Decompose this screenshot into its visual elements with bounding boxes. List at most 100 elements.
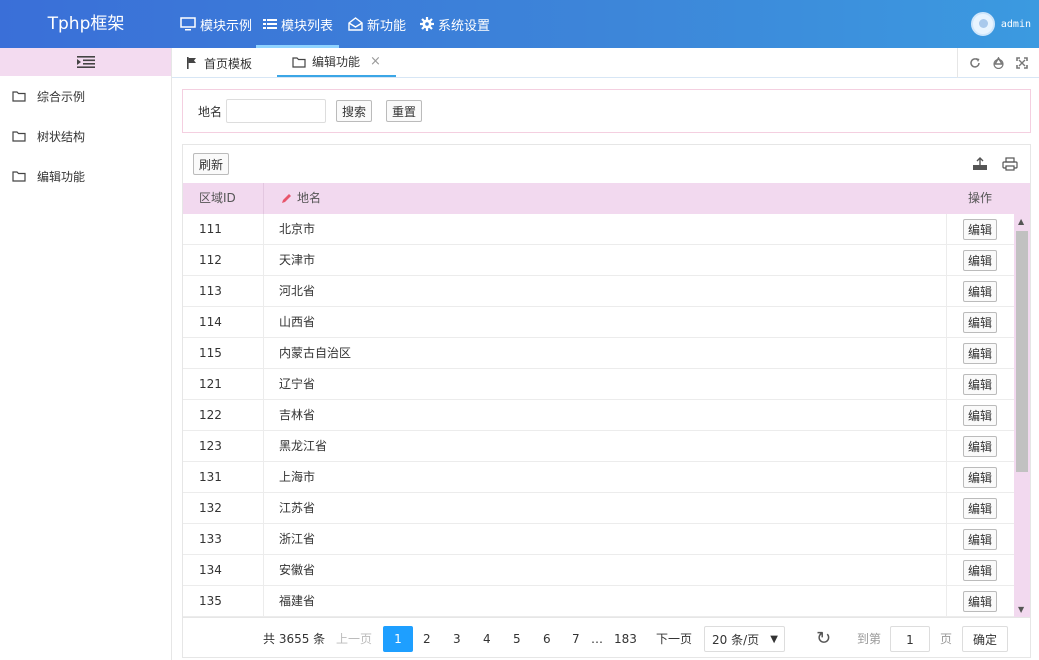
sidebar-item-edit[interactable]: 编辑功能 xyxy=(0,156,171,196)
search-button[interactable]: 搜索 xyxy=(336,100,373,122)
edit-button[interactable]: 编辑 xyxy=(963,281,998,302)
monitor-icon xyxy=(180,17,196,31)
page-number-input[interactable]: 1 xyxy=(890,626,930,652)
cell-divider xyxy=(946,431,947,462)
edit-button[interactable]: 编辑 xyxy=(963,312,998,333)
cell-id: 115 xyxy=(199,346,222,360)
cell-name[interactable]: 内蒙古自治区 xyxy=(279,338,351,368)
next-page-button[interactable]: 下一页 xyxy=(656,626,692,652)
scroll-down-arrow-icon[interactable]: ▼ xyxy=(1018,605,1024,614)
cell-name[interactable]: 黑龙江省 xyxy=(279,431,327,461)
table-row: 114 山西省 编辑 xyxy=(183,307,1014,338)
confirm-button[interactable]: 确定 xyxy=(962,626,1008,652)
reset-button[interactable]: 重置 xyxy=(386,100,423,122)
page-button-last[interactable]: 183 xyxy=(614,626,637,652)
user-menu[interactable]: admin xyxy=(970,0,1031,48)
export-icon[interactable] xyxy=(972,157,988,171)
tab-edit-function[interactable]: 编辑功能 × xyxy=(277,48,396,77)
cell-divider xyxy=(946,400,947,431)
recycle-icon[interactable] xyxy=(992,57,1005,69)
sidebar-item-tree[interactable]: 树状结构 xyxy=(0,116,171,156)
cell-name[interactable]: 北京市 xyxy=(279,214,315,244)
nav-item-module-examples[interactable]: 模块示例 xyxy=(180,0,252,48)
page-button[interactable]: 7 xyxy=(572,626,580,652)
cell-divider xyxy=(263,462,264,493)
page-button[interactable]: 5 xyxy=(513,626,521,652)
nav-item-system-settings[interactable]: 系统设置 xyxy=(420,0,490,48)
list-icon xyxy=(263,19,277,29)
search-panel: 地名 搜索 重置 xyxy=(182,89,1031,133)
cell-id: 114 xyxy=(199,315,222,329)
edit-button[interactable]: 编辑 xyxy=(963,498,998,519)
edit-button[interactable]: 编辑 xyxy=(963,591,998,612)
refresh-icon[interactable]: ↻ xyxy=(816,626,831,652)
cell-name[interactable]: 辽宁省 xyxy=(279,369,315,399)
table-row: 123 黑龙江省 编辑 xyxy=(183,431,1014,462)
sidebar-collapse-button[interactable] xyxy=(0,48,171,76)
nav-label: 系统设置 xyxy=(438,18,491,34)
cell-name[interactable]: 上海市 xyxy=(279,462,315,492)
top-header: Tphp框架 模块示例 模块列表 新功能 系统设置 admin xyxy=(0,0,1039,48)
sidebar-item-examples[interactable]: 综合示例 xyxy=(0,76,171,116)
envelope-open-icon xyxy=(348,17,363,31)
cell-id: 133 xyxy=(199,532,222,546)
column-header-id[interactable]: 区域ID xyxy=(199,183,236,214)
app-logo[interactable]: Tphp框架 xyxy=(0,0,172,48)
cell-divider xyxy=(946,586,947,617)
edit-button[interactable]: 编辑 xyxy=(963,250,998,271)
refresh-button[interactable]: 刷新 xyxy=(193,153,230,175)
cell-name[interactable]: 江苏省 xyxy=(279,493,315,523)
edit-button[interactable]: 编辑 xyxy=(963,374,998,395)
column-header-name[interactable]: 地名 xyxy=(281,183,321,214)
edit-button[interactable]: 编辑 xyxy=(963,219,998,240)
cell-divider xyxy=(946,276,947,307)
goto-label: 到第 xyxy=(857,632,882,646)
close-icon[interactable]: × xyxy=(370,54,381,69)
cell-id: 135 xyxy=(199,594,222,608)
cell-divider xyxy=(263,400,264,431)
print-icon[interactable] xyxy=(1002,157,1018,171)
cell-divider xyxy=(263,369,264,400)
edit-button[interactable]: 编辑 xyxy=(963,529,998,550)
cell-divider xyxy=(263,214,264,245)
cell-name[interactable]: 安徽省 xyxy=(279,555,315,585)
scroll-up-arrow-icon[interactable]: ▲ xyxy=(1018,217,1024,226)
page-button[interactable]: 2 xyxy=(423,626,431,652)
cell-name[interactable]: 福建省 xyxy=(279,586,315,616)
cell-name[interactable]: 河北省 xyxy=(279,276,315,306)
table-scrollbar[interactable]: ▲ ▼ xyxy=(1014,214,1030,617)
page-size-select[interactable]: 20 条/页 ▼ xyxy=(704,626,785,652)
page-button[interactable]: 3 xyxy=(453,626,461,652)
edit-button[interactable]: 编辑 xyxy=(963,343,998,364)
refresh-icon[interactable] xyxy=(969,57,981,69)
edit-button[interactable]: 编辑 xyxy=(963,560,998,581)
cell-name[interactable]: 天津市 xyxy=(279,245,315,275)
fullscreen-icon[interactable] xyxy=(1015,57,1028,69)
tab-home-template[interactable]: 首页模板 xyxy=(186,48,252,78)
cell-divider xyxy=(946,524,947,555)
edit-button[interactable]: 编辑 xyxy=(963,405,998,426)
edit-button[interactable]: 编辑 xyxy=(963,436,998,457)
cell-name[interactable]: 山西省 xyxy=(279,307,315,337)
cell-name[interactable]: 浙江省 xyxy=(279,524,315,554)
column-header-label: 地名 xyxy=(297,191,322,205)
sidebar-item-label: 综合示例 xyxy=(37,89,86,104)
place-name-input[interactable] xyxy=(226,99,327,123)
cell-divider xyxy=(263,431,264,462)
table-row: 134 安徽省 编辑 xyxy=(183,555,1014,586)
page-button[interactable]: 6 xyxy=(543,626,551,652)
cell-divider xyxy=(946,462,947,493)
prev-page-button[interactable]: 上一页 xyxy=(336,626,372,652)
page-button-current[interactable]: 1 xyxy=(383,626,413,652)
scrollbar-thumb[interactable] xyxy=(1016,231,1028,472)
cell-name[interactable]: 吉林省 xyxy=(279,400,315,430)
cell-id: 122 xyxy=(199,408,222,422)
cell-id: 113 xyxy=(199,284,222,298)
edit-button[interactable]: 编辑 xyxy=(963,467,998,488)
username: admin xyxy=(1000,18,1031,30)
page-button[interactable]: 4 xyxy=(483,626,491,652)
folder-icon xyxy=(12,131,26,142)
nav-item-module-list[interactable]: 模块列表 xyxy=(263,0,333,48)
total-count: 共 3655 条 xyxy=(263,632,326,646)
nav-item-new-features[interactable]: 新功能 xyxy=(348,0,406,48)
